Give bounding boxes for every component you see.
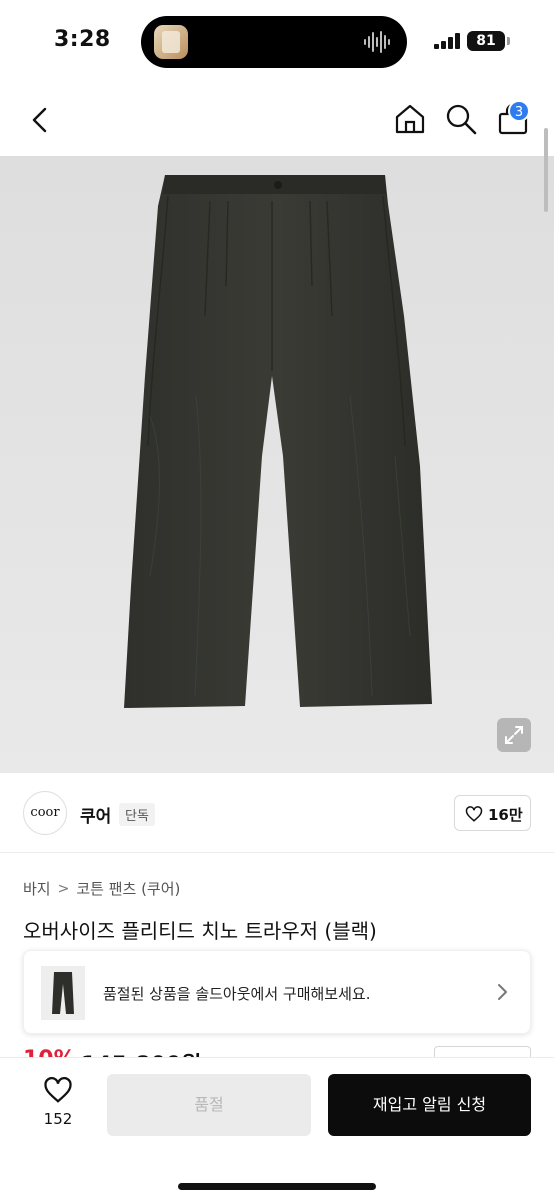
battery-tip — [507, 37, 510, 45]
pants-photo — [0, 156, 554, 773]
brand-row: coor 쿠어 단독 16만 — [0, 773, 554, 853]
soldout-button[interactable]: 품절 — [107, 1074, 311, 1136]
exclusive-badge: 단독 — [119, 803, 155, 826]
banner-product-thumbnail — [41, 966, 85, 1020]
discount-rate: 10% — [23, 1047, 76, 1057]
brand-logo[interactable]: coor — [23, 791, 67, 835]
chevron-right-icon: > — [57, 880, 70, 897]
status-time: 3:28 — [54, 27, 111, 52]
cellular-signal-icon — [434, 33, 460, 49]
bottom-action-bar: 152 품절 재입고 알림 신청 — [0, 1057, 554, 1200]
status-bar: 3:28 81 — [0, 0, 554, 86]
chevron-right-icon — [498, 984, 507, 1000]
wishlist-count: 152 — [43, 1110, 73, 1128]
brand-like-count: 16만 — [488, 806, 523, 824]
home-indicator[interactable] — [178, 1183, 376, 1190]
back-arrow-icon[interactable] — [24, 104, 56, 136]
heart-icon — [44, 1077, 72, 1103]
scroll-indicator[interactable] — [544, 128, 548, 212]
breadcrumb-category[interactable]: 바지 — [23, 878, 51, 899]
top-navigation — [0, 86, 554, 156]
cart-count-badge: 3 — [508, 100, 530, 122]
coupon-button[interactable] — [434, 1046, 531, 1057]
breadcrumb: 바지 > 코튼 팬츠 (쿠어) — [23, 878, 180, 899]
brand-name[interactable]: 쿠어 — [80, 802, 111, 827]
brand-like-button[interactable]: 16만 — [454, 795, 531, 831]
battery-level: 81 — [467, 31, 505, 51]
home-icon[interactable] — [393, 102, 427, 136]
search-icon[interactable] — [444, 102, 478, 136]
banner-text: 품절된 상품을 솔드아웃에서 구매해보세요. — [103, 985, 371, 1003]
expand-icon[interactable] — [497, 718, 531, 752]
dynamic-island[interactable] — [141, 16, 407, 68]
now-playing-artwork — [154, 25, 188, 59]
product-image[interactable] — [0, 156, 554, 773]
heart-icon — [465, 806, 483, 822]
product-title: 오버사이즈 플리티드 치노 트라우저 (블랙) — [23, 919, 377, 943]
price-row: 10% 145,800원 — [23, 1043, 533, 1057]
restock-alert-button[interactable]: 재입고 알림 신청 — [328, 1074, 531, 1136]
audio-waveform-icon — [364, 31, 390, 53]
soldout-promo-banner[interactable]: 품절된 상품을 솔드아웃에서 구매해보세요. — [23, 950, 531, 1034]
breadcrumb-subcategory[interactable]: 코튼 팬츠 (쿠어) — [76, 878, 180, 899]
sale-price: 145,800원 — [81, 1047, 201, 1057]
wishlist-button[interactable]: 152 — [30, 1076, 86, 1138]
